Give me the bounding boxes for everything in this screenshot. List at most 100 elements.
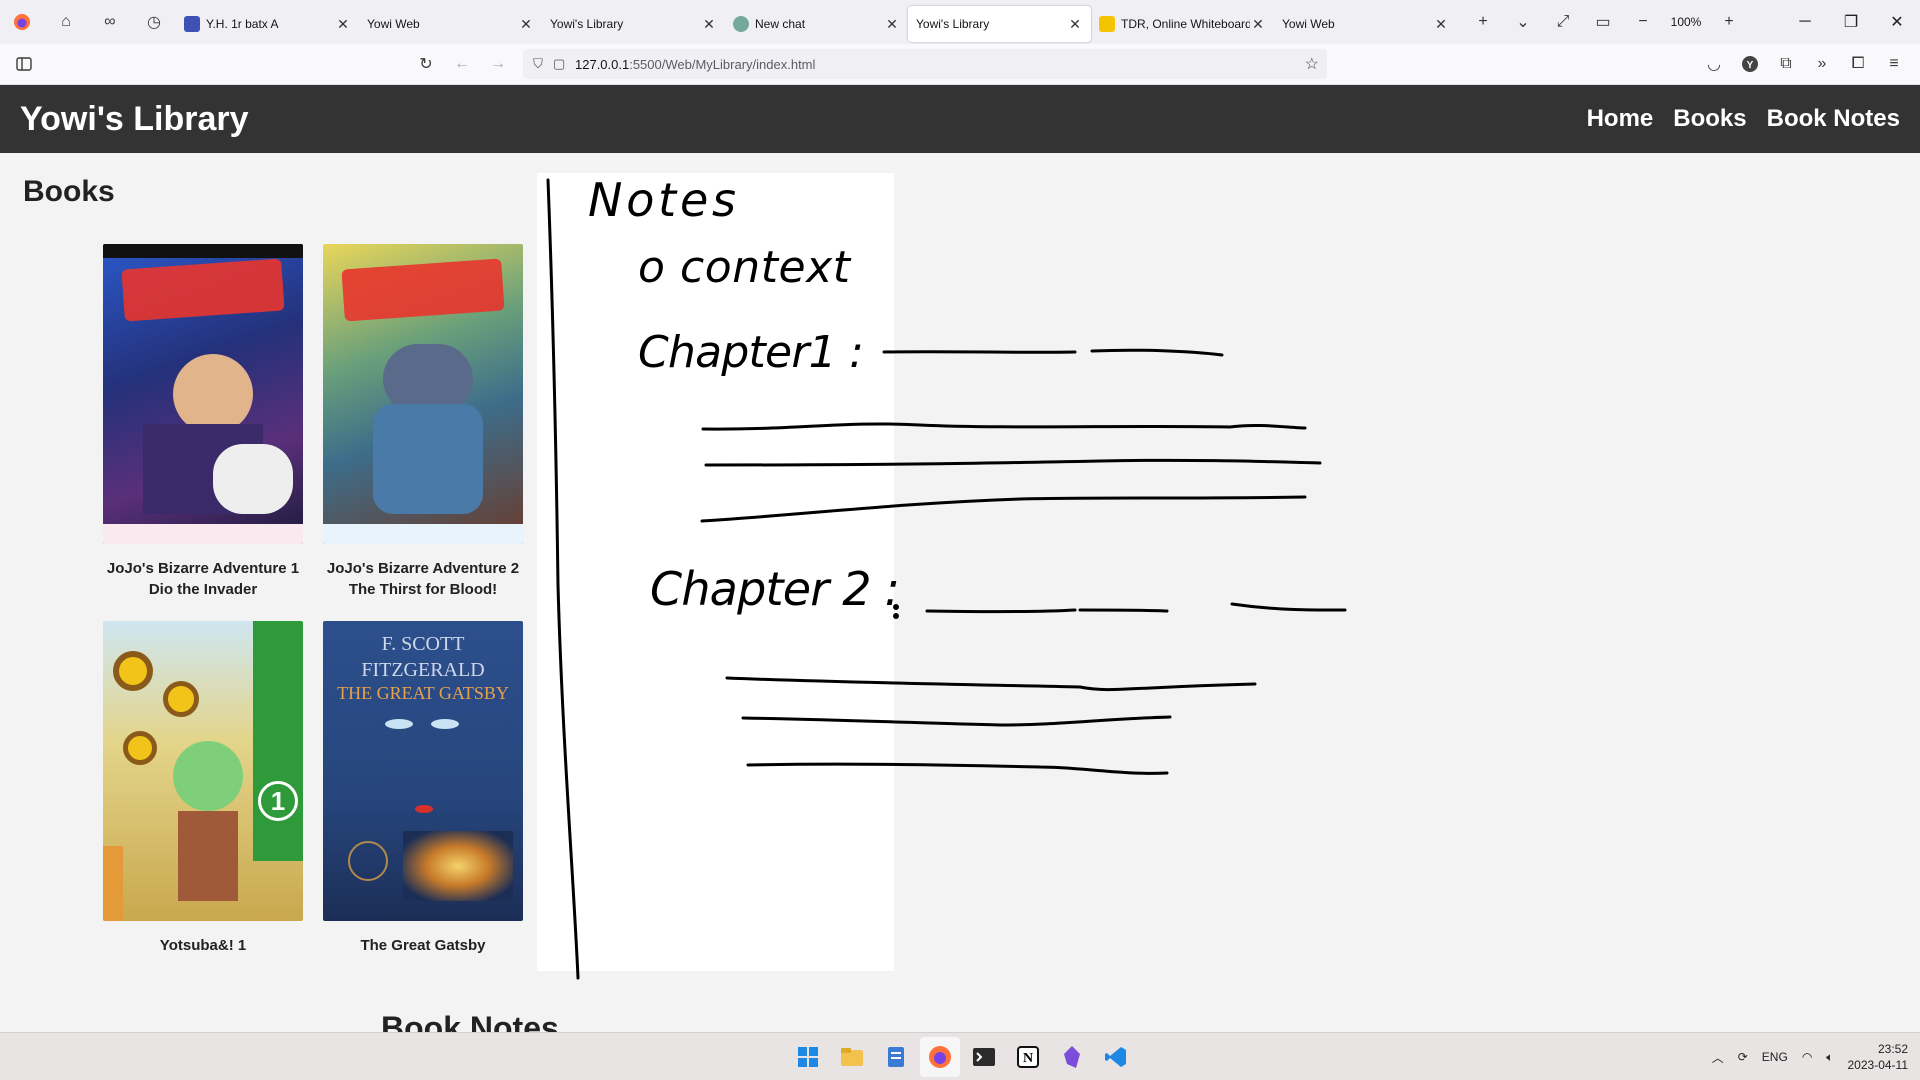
reload-icon[interactable]: ↻ (408, 48, 444, 80)
wifi-icon[interactable]: ◠ (1802, 1050, 1812, 1064)
site-title: Yowi's Library (20, 99, 249, 138)
vscode-icon[interactable] (1096, 1037, 1136, 1077)
sync-icon[interactable]: ⟳ (1738, 1050, 1748, 1064)
book-card-jojo-1[interactable]: JoJo's Bizarre Adventure 1 Dio the Invad… (103, 244, 303, 600)
close-tab-icon[interactable]: ✕ (518, 16, 534, 33)
zoom-level[interactable]: 100% (1663, 15, 1709, 29)
tab-yowis-library[interactable]: Yowi's Library ✕ (542, 6, 725, 42)
tab-title: Yowi Web (367, 17, 420, 31)
book-title-line: The Great Gatsby (360, 937, 486, 954)
windows-start-icon[interactable] (788, 1037, 828, 1077)
nav-home-link[interactable]: Home (1587, 105, 1654, 133)
new-tab-icon[interactable]: + (1463, 2, 1503, 42)
tab-title: TDR, Online Whiteboard (1121, 17, 1250, 31)
page-viewport: Yowi's Library Home Books Book Notes Boo… (0, 85, 1920, 1032)
book-title-line: JoJo's Bizarre Adventure 2 (326, 560, 520, 577)
tab-yowi-web[interactable]: Yowi Web ✕ (359, 6, 542, 42)
book-subtitle-line: The Thirst for Blood! (348, 581, 498, 598)
book-cover-yotsuba[interactable]: 1 (103, 621, 303, 921)
sidebar-icon[interactable] (6, 48, 42, 80)
whiteboard-favicon (1099, 16, 1115, 32)
list-tabs-icon[interactable]: ⌄ (1503, 2, 1543, 42)
nav-book-notes-link[interactable]: Book Notes (1767, 105, 1900, 133)
tab-yowi-web-2[interactable]: Yowi Web ✕ (1274, 6, 1457, 42)
tab-title: Y.H. 1r batx A (206, 17, 279, 31)
url-host: 127.0.0.1 (575, 56, 630, 72)
close-tab-icon[interactable]: ✕ (701, 16, 717, 33)
ink-dot (893, 604, 899, 610)
private-browsing-icon[interactable]: ∞ (88, 0, 132, 44)
home-icon[interactable]: ⌂ (44, 0, 88, 44)
bookmark-star-icon[interactable]: ☆ (1305, 54, 1319, 74)
minimize-icon[interactable]: ─ (1782, 0, 1828, 44)
site-header: Yowi's Library Home Books Book Notes (0, 85, 1920, 153)
account-icon[interactable]: Y (1732, 48, 1768, 80)
tab-yh-batx[interactable]: Y.H. 1r batx A ✕ (176, 6, 359, 42)
menu-icon[interactable]: ≡ (1876, 48, 1912, 80)
whiteboard-panel[interactable] (537, 173, 894, 971)
ink-line (1090, 348, 1224, 357)
browser-nav-bar: ↻ ← → ⛉ ▢ 127.0.0.1:5500/Web/MyLibrary/i… (0, 44, 1920, 85)
language-indicator[interactable]: ENG (1762, 1050, 1788, 1064)
browser-tab-bar: ⌂ ∞ ◷ Y.H. 1r batx A ✕ Yowi Web ✕ Yowi's… (0, 0, 1920, 44)
book-card-jojo-2[interactable]: JoJo's Bizarre Adventure 2 The Thirst fo… (323, 244, 523, 600)
show-hidden-icons-icon[interactable]: ︿ (1712, 1049, 1724, 1066)
book-title: The Great Gatsby (323, 935, 523, 956)
url-path: :5500/Web/MyLibrary/index.html (629, 56, 816, 72)
book-cover-jojo-2[interactable] (323, 244, 523, 544)
tab-yowis-library-active[interactable]: Yowi's Library ✕ (908, 6, 1091, 42)
window-controls: ─ ❐ ✕ (1782, 0, 1920, 44)
site-nav: Home Books Book Notes (1587, 105, 1900, 133)
notion-icon[interactable]: N (1008, 1037, 1048, 1077)
ink-line (1078, 608, 1169, 613)
restore-icon[interactable]: ❐ (1828, 0, 1874, 44)
notepad-icon[interactable] (876, 1037, 916, 1077)
books-heading: Books (23, 175, 115, 208)
book-notes-heading: Book Notes (381, 1010, 559, 1032)
zoom-out-icon[interactable]: − (1623, 2, 1663, 42)
book-card-yotsuba[interactable]: 1 Yotsuba&! 1 (103, 621, 303, 956)
chat-favicon (733, 16, 749, 32)
page-icon[interactable]: ▢ (553, 56, 575, 72)
tab-favicon (184, 16, 200, 32)
system-tray: ︿ ⟳ ENG ◠ 🔈︎ 23:52 2023-04-11 (1712, 1033, 1908, 1080)
volume-icon[interactable]: 🔈︎ (1826, 1050, 1833, 1065)
screenshot-icon[interactable]: ⧉ (1768, 48, 1804, 80)
more-tools-icon[interactable]: » (1804, 48, 1840, 80)
book-title: JoJo's Bizarre Adventure 1 Dio the Invad… (103, 558, 303, 600)
ink-line (1230, 602, 1347, 612)
sidebar-layout-icon[interactable]: ▭ (1583, 2, 1623, 42)
history-icon[interactable]: ◷ (132, 0, 176, 44)
zoom-in-icon[interactable]: + (1709, 2, 1749, 42)
close-tab-icon[interactable]: ✕ (335, 16, 351, 33)
book-card-great-gatsby[interactable]: F. SCOTT FITZGERALD THE GREAT GATSBY The… (323, 621, 523, 956)
nav-books-link[interactable]: Books (1673, 105, 1746, 133)
shield-icon[interactable]: ⛉ (523, 56, 553, 72)
firefox-taskbar-icon[interactable] (920, 1037, 960, 1077)
file-explorer-icon[interactable] (832, 1037, 872, 1077)
fullscreen-icon[interactable]: ⤢ (1543, 2, 1583, 42)
extensions-icon[interactable]: ⧠ (1840, 48, 1876, 80)
close-tab-icon[interactable]: ✕ (1067, 16, 1083, 33)
book-cover-great-gatsby[interactable]: F. SCOTT FITZGERALD THE GREAT GATSBY (323, 621, 523, 921)
back-icon[interactable]: ← (444, 48, 480, 80)
firefox-view-icon[interactable] (0, 0, 44, 44)
url-bar[interactable]: ⛉ ▢ 127.0.0.1:5500/Web/MyLibrary/index.h… (523, 49, 1327, 79)
tab-new-chat[interactable]: New chat ✕ (725, 6, 908, 42)
toolbar-extensions: ◡ Y ⧉ » ⧠ ≡ (1696, 48, 1912, 80)
forward-icon[interactable]: → (480, 48, 516, 80)
pocket-icon[interactable]: ◡ (1696, 48, 1732, 80)
tab-title: New chat (755, 17, 806, 31)
terminal-icon[interactable] (964, 1037, 1004, 1077)
ink-line (925, 608, 1077, 614)
close-window-icon[interactable]: ✕ (1874, 0, 1920, 44)
ink-dot (893, 613, 899, 619)
close-tab-icon[interactable]: ✕ (1250, 16, 1266, 33)
book-cover-jojo-1[interactable] (103, 244, 303, 544)
book-title: JoJo's Bizarre Adventure 2 The Thirst fo… (323, 558, 523, 600)
clock[interactable]: 23:52 2023-04-11 (1848, 1041, 1909, 1073)
close-tab-icon[interactable]: ✕ (884, 16, 900, 33)
close-tab-icon[interactable]: ✕ (1433, 16, 1449, 33)
tab-online-whiteboard[interactable]: TDR, Online Whiteboard ✕ (1091, 6, 1274, 42)
obsidian-icon[interactable] (1052, 1037, 1092, 1077)
